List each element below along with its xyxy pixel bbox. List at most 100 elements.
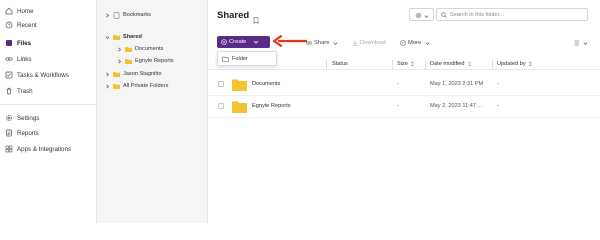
- search-icon: [441, 11, 447, 18]
- search-placeholder: Search in this folder...: [450, 11, 504, 18]
- chevron-down-icon: [583, 41, 588, 46]
- sort-icon: [528, 61, 533, 67]
- nav-files[interactable]: Files: [5, 37, 31, 49]
- chevron-down-icon: [424, 6, 429, 24]
- share-button[interactable]: Share: [306, 38, 338, 48]
- nav-reports[interactable]: Reports: [5, 127, 39, 139]
- app-window: Home Recent Files Links Tasks & Workflow…: [0, 0, 600, 223]
- file-size: -: [397, 103, 399, 109]
- folder-icon: [113, 71, 120, 77]
- file-updated-by: -: [497, 103, 499, 109]
- column-label: Size: [397, 61, 408, 67]
- tree-label: Shared: [123, 34, 142, 40]
- nav-home[interactable]: Home: [5, 5, 34, 17]
- trash-icon: [5, 87, 13, 95]
- tree-label: All Private Folders: [123, 83, 169, 89]
- create-menu: Folder: [217, 51, 277, 66]
- chevron-right-icon[interactable]: [104, 12, 110, 18]
- folder-icon: [125, 46, 132, 52]
- create-label: Create: [229, 39, 247, 45]
- nav-settings[interactable]: Settings: [5, 112, 39, 124]
- tree-item-documents[interactable]: Documents: [116, 44, 163, 54]
- nav-label: Home: [17, 7, 34, 15]
- view-options-button[interactable]: [574, 38, 588, 48]
- tree-label: Bookmarks: [123, 12, 151, 18]
- folder-icon: [125, 58, 132, 64]
- file-size: -: [397, 81, 399, 87]
- tasks-icon: [5, 71, 13, 79]
- column-date-modified[interactable]: Date modified: [430, 61, 472, 67]
- table-row[interactable]: Documents - May 1, 2023 2:31 PM -: [208, 74, 600, 96]
- nav-tasks[interactable]: Tasks & Workflows: [5, 69, 69, 81]
- tree-item-bookmarks[interactable]: Bookmarks: [104, 10, 151, 20]
- nav-label: Apps & Integrations: [17, 145, 72, 153]
- nav-label: Tasks & Workflows: [17, 71, 69, 79]
- tree-item-shared[interactable]: Shared: [104, 32, 142, 42]
- link-icon: [5, 55, 13, 63]
- chevron-right-icon[interactable]: [116, 46, 122, 52]
- folder-outline-icon: [222, 56, 229, 62]
- column-divider: [392, 60, 393, 69]
- annotation-arrow: [272, 35, 307, 47]
- folder-icon: [232, 101, 247, 113]
- column-status[interactable]: Status: [332, 61, 348, 67]
- list-view-icon: [574, 40, 581, 46]
- chevron-down-icon: [253, 39, 259, 45]
- chevron-down-icon[interactable]: [104, 34, 110, 40]
- chevron-right-icon[interactable]: [104, 83, 110, 89]
- nav-label: Settings: [17, 114, 40, 122]
- column-size[interactable]: Size: [397, 61, 415, 67]
- nav-apps[interactable]: Apps & Integrations: [5, 143, 71, 155]
- download-icon: [352, 40, 358, 46]
- file-name[interactable]: Documents: [252, 81, 280, 87]
- nav-trash[interactable]: Trash: [5, 85, 33, 97]
- row-checkbox[interactable]: [218, 81, 224, 87]
- tree-item-egnyte-reports[interactable]: Egnyte Reports: [116, 56, 174, 66]
- bookmark-icon[interactable]: [253, 11, 259, 29]
- search-scope-dropdown[interactable]: [409, 8, 434, 21]
- clock-icon: [5, 21, 13, 29]
- create-button[interactable]: Create: [217, 36, 270, 48]
- column-label: Status: [332, 61, 348, 67]
- download-button[interactable]: Download: [352, 38, 386, 48]
- share-label: Share: [314, 40, 330, 46]
- column-label: Updated by: [497, 61, 526, 67]
- sort-icon: [410, 61, 415, 67]
- search-input[interactable]: Search in this folder...: [436, 8, 588, 21]
- folder-icon: [113, 83, 120, 89]
- apps-icon: [5, 145, 13, 153]
- home-icon: [5, 7, 13, 15]
- folder-icon: [232, 79, 247, 91]
- chevron-right-icon[interactable]: [104, 71, 110, 77]
- more-button[interactable]: More: [400, 38, 430, 48]
- plus-circle-icon: [221, 39, 227, 45]
- nav-divider: [0, 104, 97, 105]
- folder-tree: Bookmarks Shared Documents Egnyte Report…: [97, 0, 208, 223]
- tree-item-private-folders[interactable]: All Private Folders: [104, 81, 168, 91]
- column-divider: [425, 60, 426, 69]
- file-name[interactable]: Egnyte Reports: [252, 103, 291, 109]
- menu-item-folder[interactable]: Folder: [232, 56, 248, 62]
- file-date: May 2, 2023 11:47 ...: [430, 103, 483, 109]
- more-label: More: [408, 40, 422, 46]
- files-icon: [5, 39, 13, 47]
- table-row[interactable]: Egnyte Reports - May 2, 2023 11:47 ... -: [208, 96, 600, 118]
- nav-recent[interactable]: Recent: [5, 19, 37, 31]
- more-icon: [400, 40, 406, 46]
- nav-links[interactable]: Links: [5, 53, 31, 65]
- column-divider: [492, 60, 493, 69]
- nav-label: Reports: [17, 129, 39, 137]
- nav-label: Trash: [17, 87, 33, 95]
- tree-label: Jason Stagnitto: [123, 71, 162, 77]
- column-updated-by[interactable]: Updated by: [497, 61, 533, 67]
- scope-icon: [415, 6, 422, 24]
- column-divider: [326, 60, 327, 69]
- bookmark-icon: [113, 11, 120, 19]
- file-updated-by: -: [497, 81, 499, 87]
- row-checkbox[interactable]: [218, 103, 224, 109]
- page-title: Shared: [217, 10, 250, 21]
- tree-item-jason[interactable]: Jason Stagnitto: [104, 69, 162, 79]
- sort-icon: [467, 61, 472, 67]
- tree-label: Egnyte Reports: [135, 58, 174, 64]
- chevron-right-icon[interactable]: [116, 58, 122, 64]
